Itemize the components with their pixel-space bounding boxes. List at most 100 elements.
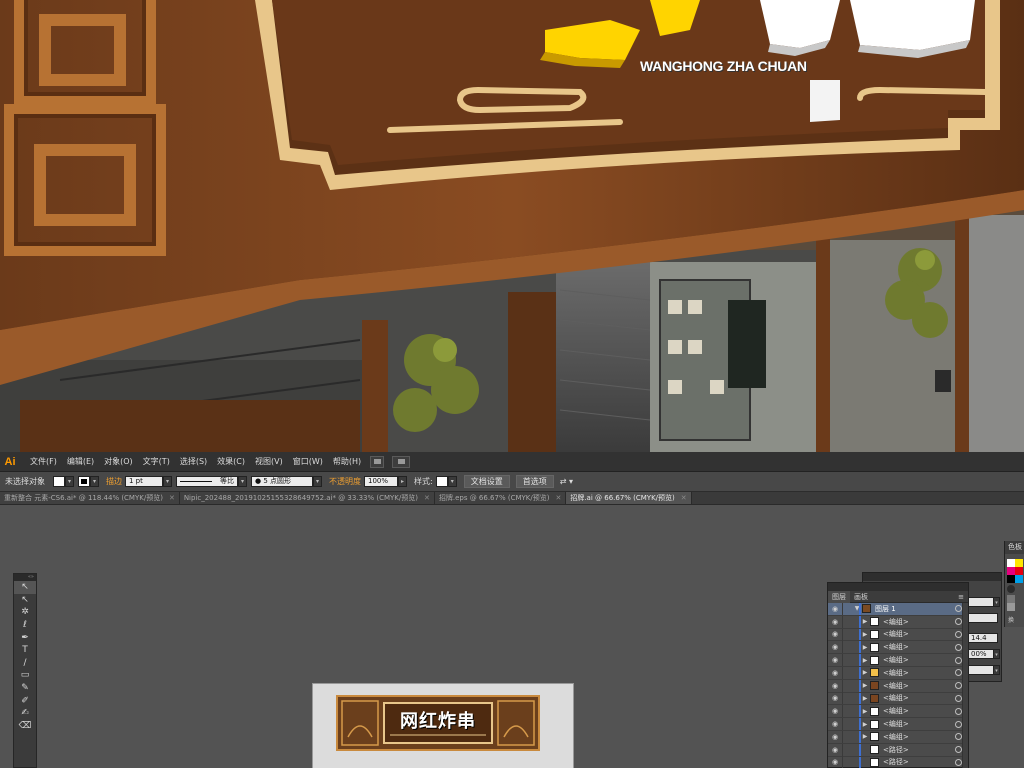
layer-row[interactable]: ◉ ▶ <编组> (828, 615, 968, 629)
brush-dropdown[interactable]: ▾ (313, 476, 322, 487)
brush-definition-field[interactable]: ● 5 点圆形 (251, 476, 313, 487)
visibility-eye-icon[interactable]: ◉ (828, 694, 842, 702)
sublayer-name[interactable]: <编组> (883, 617, 955, 627)
lock-toggle[interactable] (842, 615, 852, 628)
layer-row[interactable]: ◉ ▶ <编组> (828, 641, 968, 655)
rectangle-tool[interactable]: ▭ (14, 669, 36, 682)
line-tool[interactable]: ∕ (14, 657, 36, 670)
visibility-eye-icon[interactable]: ◉ (828, 758, 842, 766)
lock-toggle[interactable] (842, 705, 852, 718)
target-circle-icon[interactable] (955, 733, 962, 741)
target-circle-icon[interactable] (955, 643, 962, 651)
sublayer-name[interactable]: <路径> (883, 745, 955, 755)
lock-toggle[interactable] (842, 666, 852, 679)
close-tab-icon[interactable]: ✕ (424, 492, 430, 504)
target-circle-icon[interactable] (955, 707, 962, 715)
target-circle-icon[interactable] (955, 758, 962, 766)
menu-select[interactable]: 选择(S) (175, 452, 212, 472)
visibility-eye-icon[interactable]: ◉ (828, 618, 842, 626)
swatch-red[interactable] (1015, 567, 1023, 575)
sublayer-name[interactable]: <编组> (883, 706, 955, 716)
sublayer-name[interactable]: <路径> (883, 757, 955, 767)
eraser-tool[interactable]: ⌫ (14, 720, 36, 733)
layer-row[interactable]: ◉ ▼ 图层 1 (828, 602, 968, 616)
fill-dropdown[interactable]: ▾ (65, 476, 74, 487)
lock-toggle[interactable] (842, 718, 852, 731)
stroke-width-dropdown[interactable]: ▾ (163, 476, 172, 487)
artwork-sign-thumbnail[interactable]: 网红炸串 (336, 695, 540, 751)
layer-row[interactable]: ◉ ▶ <编组> (828, 705, 968, 719)
transform-field-2[interactable] (968, 613, 998, 623)
menu-window[interactable]: 窗口(W) (288, 452, 328, 472)
transform-panel-header[interactable] (863, 573, 1001, 581)
target-circle-icon[interactable] (955, 605, 962, 613)
sublayer-name[interactable]: <编组> (883, 642, 955, 652)
target-circle-icon[interactable] (955, 630, 962, 638)
swatches-title[interactable]: 色板 (1005, 541, 1024, 554)
lasso-tool[interactable]: ℓ (14, 619, 36, 632)
visibility-eye-icon[interactable]: ◉ (828, 733, 842, 741)
target-circle-icon[interactable] (955, 682, 962, 690)
expand-triangle-icon[interactable]: ▶ (860, 695, 870, 702)
visibility-eye-icon[interactable]: ◉ (828, 630, 842, 638)
blob-brush-tool[interactable]: ✍ (14, 707, 36, 720)
visibility-eye-icon[interactable]: ◉ (828, 605, 842, 613)
style-swatch[interactable] (435, 476, 448, 487)
close-tab-icon[interactable]: ✕ (169, 492, 175, 504)
arrange-documents-button[interactable] (392, 455, 411, 468)
visibility-eye-icon[interactable]: ◉ (828, 707, 842, 715)
swatch-circle[interactable] (1007, 585, 1015, 593)
target-circle-icon[interactable] (955, 618, 962, 626)
stroke-width-field[interactable]: 1 pt (125, 476, 163, 487)
transform-dropdown-2[interactable]: ▾ (993, 649, 1000, 659)
style-dropdown[interactable]: ▾ (447, 476, 457, 487)
swatch-black[interactable] (1007, 575, 1015, 583)
document-tab-active[interactable]: 招牌.ai @ 66.67% (CMYK/预览) ✕ (566, 492, 692, 504)
tab-artboards[interactable]: 画板 (850, 592, 872, 602)
expand-triangle-icon[interactable]: ▶ (860, 644, 870, 651)
transform-dropdown-1[interactable]: ▾ (993, 597, 1000, 607)
visibility-eye-icon[interactable]: ◉ (828, 643, 842, 651)
layer-row[interactable]: ◉ ▶ <编组> (828, 692, 968, 706)
stroke-label[interactable]: 描边 (106, 476, 122, 487)
swatch-yellow[interactable] (1015, 559, 1023, 567)
stroke-profile-field[interactable]: 等比 (176, 476, 238, 487)
lock-toggle[interactable] (842, 679, 852, 692)
expand-triangle-icon[interactable]: ▶ (860, 682, 870, 689)
target-circle-icon[interactable] (955, 746, 962, 754)
preferences-button[interactable]: 首选项 (515, 475, 554, 488)
stroke-dropdown[interactable]: ▾ (90, 476, 99, 487)
sublayer-name[interactable]: <编组> (883, 732, 955, 742)
lock-toggle[interactable] (842, 654, 852, 667)
opacity-field[interactable]: 100% (364, 476, 398, 487)
panel-menu-icon[interactable]: ⇄ ▾ (560, 477, 573, 486)
document-tab[interactable]: Nipic_202488_20191025155328649752.ai* @ … (179, 492, 435, 504)
tools-panel-header[interactable]: «» (14, 574, 36, 581)
expand-triangle-icon[interactable]: ▶ (860, 657, 870, 664)
expand-triangle-icon[interactable]: ▶ (860, 708, 870, 715)
lock-toggle[interactable] (842, 743, 852, 756)
swatch-gray[interactable] (1007, 595, 1015, 603)
sublayer-name[interactable]: <编组> (883, 655, 955, 665)
lock-toggle[interactable] (842, 628, 852, 641)
target-circle-icon[interactable] (955, 694, 962, 702)
layer-row[interactable]: ◉ <路径> (828, 743, 968, 757)
menu-help[interactable]: 帮助(H) (328, 452, 366, 472)
sublayer-name[interactable]: <编组> (883, 629, 955, 639)
transform-value-1[interactable]: 14.4 (968, 633, 998, 643)
menu-effect[interactable]: 效果(C) (212, 452, 250, 472)
fill-swatch[interactable] (53, 476, 65, 487)
document-tab[interactable]: 重新整合 元素-CS6.ai* @ 118.44% (CMYK/预览) ✕ (0, 492, 180, 504)
selection-tool[interactable]: ↖ (14, 581, 36, 594)
layer-row[interactable]: ◉ ▶ <编组> (828, 628, 968, 642)
paintbrush-tool[interactable]: ✎ (14, 682, 36, 695)
document-setup-button[interactable]: 文档设置 (463, 475, 510, 488)
menu-file[interactable]: 文件(F) (25, 452, 62, 472)
bridge-button[interactable] (370, 455, 385, 468)
document-tab[interactable]: 招牌.eps @ 66.67% (CMYK/预览) ✕ (434, 492, 567, 504)
swatch-white[interactable] (1007, 559, 1015, 567)
magic-wand-tool[interactable]: ✲ (14, 606, 36, 619)
stroke-profile-dropdown[interactable]: ▾ (238, 476, 247, 487)
layer-row[interactable]: ◉ ▶ <编组> (828, 654, 968, 667)
transform-dropdown-3[interactable]: ▾ (993, 665, 1000, 675)
